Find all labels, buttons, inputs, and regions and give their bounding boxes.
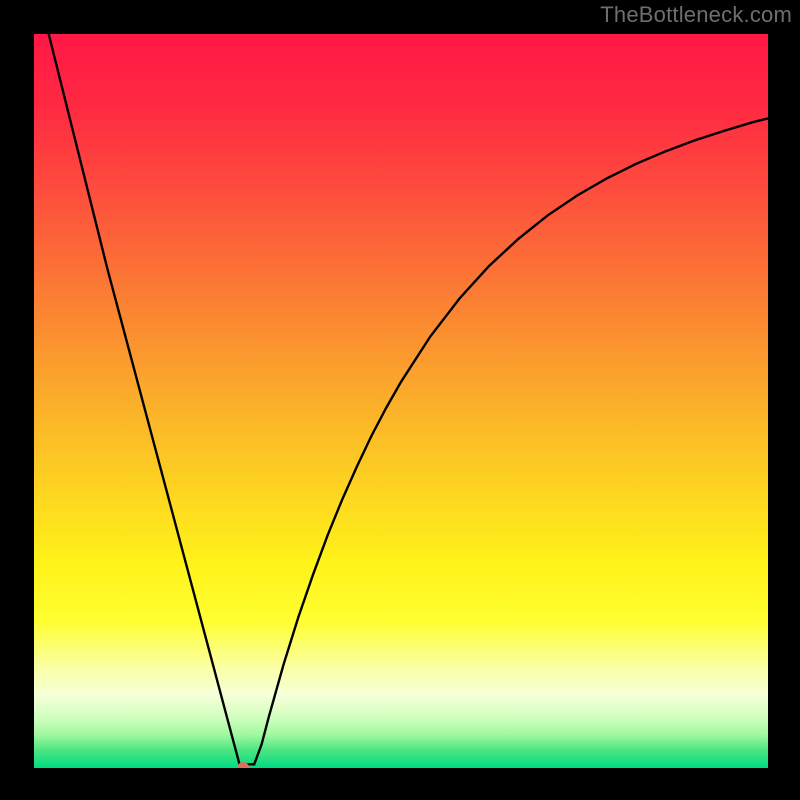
plot-area: [34, 34, 768, 768]
gradient-background: [34, 34, 768, 768]
chart-svg: [34, 34, 768, 768]
attribution-text: TheBottleneck.com: [600, 2, 792, 28]
chart-container: TheBottleneck.com: [0, 0, 800, 800]
